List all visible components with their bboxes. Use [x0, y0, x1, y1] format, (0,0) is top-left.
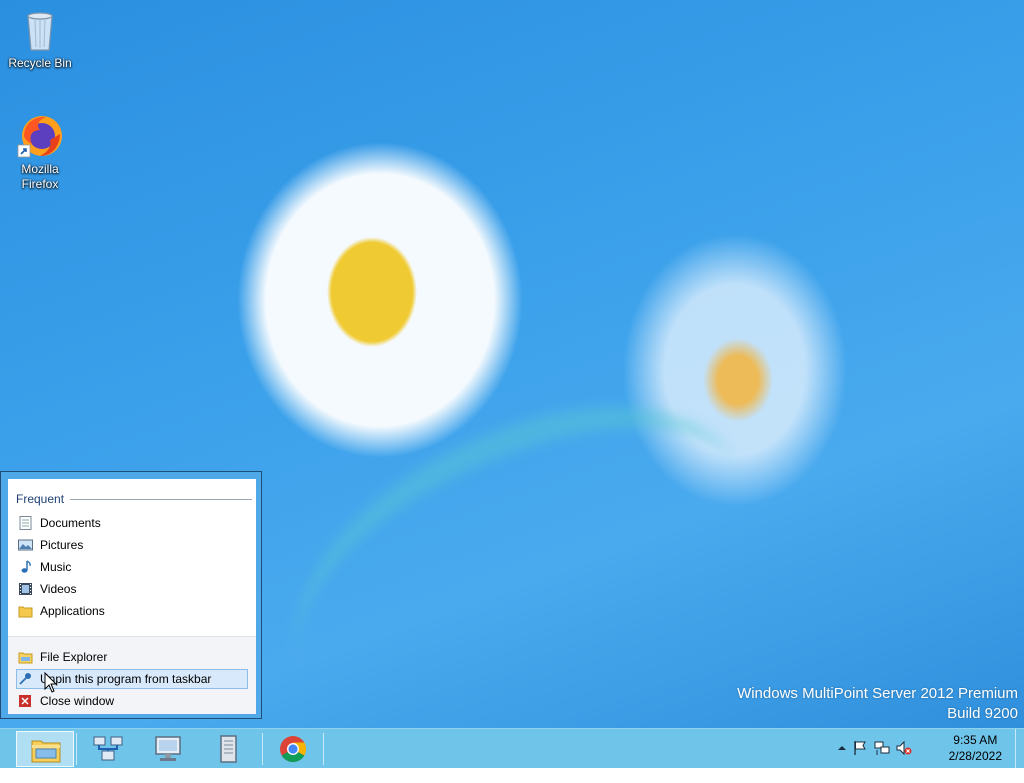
jump-item-applications[interactable]: Applications	[16, 601, 248, 621]
flower-stem-decoration	[247, 362, 793, 783]
network-icon[interactable]	[874, 740, 890, 756]
tray-clock[interactable]: 9:35 AM 2/28/2022	[949, 732, 1002, 764]
jump-item-music[interactable]: Music	[16, 557, 248, 577]
desktop-icon-firefox[interactable]: Mozilla Firefox	[2, 112, 78, 192]
network-computers-icon	[93, 736, 123, 761]
watermark-build: Build 9200	[947, 705, 1018, 722]
taskbar-separator	[76, 733, 77, 765]
taskbar-separator	[323, 733, 324, 765]
jump-item-label: Videos	[40, 582, 77, 596]
taskbar: 9:35 AM 2/28/2022	[0, 728, 1024, 768]
jump-item-pictures[interactable]: Pictures	[16, 535, 248, 555]
taskbar-separator	[262, 733, 263, 765]
jump-item-label: Pictures	[40, 538, 84, 552]
music-library-icon	[21, 560, 31, 573]
pictures-library-icon	[18, 539, 33, 551]
jump-task-label: Close window	[40, 694, 115, 708]
jump-task-label: Unpin this program from taskbar	[40, 672, 212, 686]
os-version-watermark: Windows MultiPoint Server 2012 Premium B…	[737, 684, 1018, 724]
file-explorer-icon	[31, 740, 61, 763]
jump-item-documents[interactable]: Documents	[16, 513, 248, 533]
taskbar-button-multipoint-dashboard[interactable]	[139, 731, 197, 767]
mouse-cursor-icon	[44, 672, 58, 693]
taskbar-button-file-explorer[interactable]	[16, 731, 74, 767]
taskbar-button-document[interactable]	[199, 731, 257, 767]
action-center-flag-icon[interactable]	[852, 740, 868, 756]
firefox-label-line2: Firefox	[21, 177, 59, 191]
jump-task-label: File Explorer	[40, 650, 108, 664]
jump-item-label: Documents	[40, 516, 101, 530]
clock-date: 2/28/2022	[948, 749, 1002, 763]
taskbar-button-network[interactable]	[79, 731, 137, 767]
jump-item-label: Music	[40, 560, 72, 574]
jump-list-header-frequent: Frequent	[16, 492, 65, 506]
videos-library-icon	[19, 583, 32, 595]
clock-time: 9:35 AM	[953, 733, 998, 747]
recycle-bin-icon	[16, 6, 64, 54]
jump-item-label: Applications	[40, 604, 105, 618]
show-hidden-icons-arrow[interactable]	[834, 740, 850, 756]
jump-task-file-explorer[interactable]: File Explorer	[16, 647, 248, 667]
monitor-icon	[155, 736, 181, 761]
volume-muted-icon[interactable]	[896, 740, 912, 756]
jump-item-videos[interactable]: Videos	[16, 579, 248, 599]
document-icon	[220, 735, 237, 763]
firefox-label-line1: Mozilla	[21, 162, 59, 176]
recycle-bin-label: Recycle Bin	[8, 56, 72, 70]
taskbar-button-chrome[interactable]	[264, 731, 322, 767]
documents-library-icon	[19, 516, 32, 530]
jump-list: Frequent Documents Pictures Music Videos…	[0, 471, 262, 719]
close-icon	[19, 695, 31, 707]
unpin-icon	[19, 673, 31, 685]
header-divider	[70, 499, 252, 500]
system-tray: 9:35 AM 2/28/2022	[834, 729, 1024, 768]
file-explorer-icon	[18, 652, 33, 664]
jump-task-close-window[interactable]: Close window	[16, 691, 248, 711]
desktop-icon-recycle-bin[interactable]: Recycle Bin	[2, 6, 78, 71]
watermark-edition: Windows MultiPoint Server 2012 Premium	[737, 685, 1018, 702]
firefox-icon	[16, 112, 64, 160]
folder-icon	[18, 606, 33, 618]
show-desktop-button[interactable]	[1015, 729, 1024, 768]
chrome-icon	[280, 736, 307, 763]
